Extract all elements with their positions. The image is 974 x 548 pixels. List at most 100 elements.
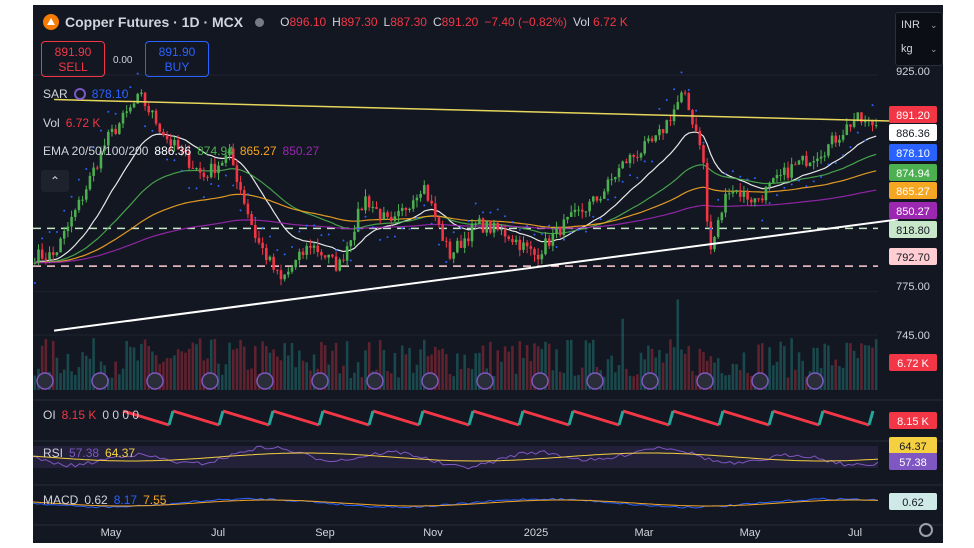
volume-bar <box>503 346 507 390</box>
unit-select[interactable]: kg <box>901 43 913 55</box>
volume-bar <box>580 367 584 390</box>
candle-body <box>727 193 731 195</box>
macd-legend[interactable]: MACD 0.62 8.17 7.55 <box>43 493 166 507</box>
volume-bar <box>500 361 503 390</box>
oi-reset-line <box>217 410 225 426</box>
candle-body <box>331 254 334 257</box>
symbol-title[interactable]: Copper Futures · 1D · MCX <box>65 14 243 30</box>
volume-bar <box>198 338 202 390</box>
candle <box>555 221 558 239</box>
candle-body <box>485 221 489 233</box>
volume-bar <box>830 365 834 390</box>
candle <box>749 196 753 207</box>
volume-bar <box>724 375 727 390</box>
candle-body <box>371 206 375 208</box>
volume-bar <box>874 339 878 390</box>
volume-legend[interactable]: Vol 6.72 K <box>43 116 100 130</box>
candle-body <box>694 124 698 131</box>
unit-selector[interactable]: INR ⌄ kg ⌄ <box>895 12 943 66</box>
candle-body <box>786 167 790 178</box>
volume-bar <box>691 371 694 390</box>
candle <box>287 267 290 278</box>
candle-body <box>283 274 286 280</box>
ema50-value: 874.94 <box>197 144 234 158</box>
candle-body <box>735 189 738 192</box>
candle <box>617 164 621 182</box>
ema-legend[interactable]: EMA 20/50/100/200 886.36 874.94 865.27 8… <box>43 144 319 158</box>
candle <box>496 220 500 232</box>
candle <box>647 135 650 144</box>
sar-dot <box>629 174 632 177</box>
sell-price: 891.90 <box>54 45 92 59</box>
candle <box>327 254 331 264</box>
sar-dot <box>261 226 264 229</box>
sar-legend[interactable]: SAR 878.10 <box>43 87 128 101</box>
volume-bar <box>669 339 672 390</box>
candle-body <box>327 254 331 258</box>
settings-gear-icon[interactable] <box>919 523 933 537</box>
candle-body <box>235 165 239 182</box>
volume-bar <box>672 347 676 390</box>
volume-bar <box>62 369 66 390</box>
candle-body <box>801 155 804 161</box>
volume-bar <box>253 346 257 390</box>
volume-bar <box>132 347 136 390</box>
price-axis-label: 792.70 <box>889 248 937 265</box>
volume-bar <box>125 341 128 390</box>
candle-body <box>434 203 437 218</box>
oi-reset-line <box>367 410 375 426</box>
volume-bar <box>121 368 125 390</box>
sar-dot <box>445 260 448 263</box>
candle-body <box>202 172 206 177</box>
candle <box>742 186 746 203</box>
buy-button[interactable]: 891.90 BUY <box>145 41 209 77</box>
collapse-legend-button[interactable]: ⌃ <box>41 170 69 192</box>
candle <box>96 165 99 171</box>
candle <box>463 231 466 254</box>
macd-hist-value: 7.55 <box>143 493 167 507</box>
candle-body <box>437 217 441 225</box>
volume-bar <box>77 367 81 390</box>
volume-bar <box>562 372 566 390</box>
volume-bar <box>566 340 569 390</box>
candle <box>125 105 128 118</box>
oi-legend[interactable]: OI 8.15 K 0 0 0 0 <box>43 408 139 422</box>
event-marker-icon <box>421 372 439 390</box>
sar-dot <box>533 233 536 236</box>
oi-reset-line <box>767 410 775 426</box>
sar-dot <box>151 129 154 132</box>
currency-select[interactable]: INR <box>901 19 920 31</box>
event-marker-ring <box>476 372 494 390</box>
candle-body <box>676 102 680 110</box>
candle <box>551 228 555 252</box>
price-chart[interactable]: 891.20 886.36 878.10 874.94 865.27 850.27 818.… <box>33 5 943 543</box>
candle <box>735 189 738 194</box>
volume-bar <box>220 374 224 390</box>
candle <box>437 216 441 228</box>
x-tick-label: May <box>740 527 761 539</box>
volume-bar <box>246 369 250 390</box>
rsi-legend[interactable]: RSI 57.38 64.37 <box>43 446 135 460</box>
candle <box>217 161 220 180</box>
candle <box>70 210 73 233</box>
candle-body <box>301 251 305 255</box>
visibility-icon[interactable] <box>73 88 86 100</box>
candle <box>151 109 154 119</box>
sell-button[interactable]: 891.90 SELL <box>41 41 105 77</box>
ohlc-readout: O896.10 H897.30 L887.30 C891.20 −7.40 (−… <box>280 15 628 29</box>
oi-reset-line <box>667 410 675 426</box>
candle <box>220 160 224 166</box>
price-axis-label-text: 886.36 <box>896 128 930 140</box>
candle-body <box>742 191 746 197</box>
volume-bar <box>463 354 466 390</box>
sar-dot <box>180 169 183 172</box>
candle-body <box>757 198 760 200</box>
candle <box>661 128 665 140</box>
candle <box>316 238 320 257</box>
candle-body <box>533 248 536 255</box>
candle-body <box>540 254 544 260</box>
sar-dot <box>504 215 507 218</box>
sar-dot <box>805 185 808 188</box>
candle <box>860 112 863 126</box>
candle-body <box>768 182 771 187</box>
